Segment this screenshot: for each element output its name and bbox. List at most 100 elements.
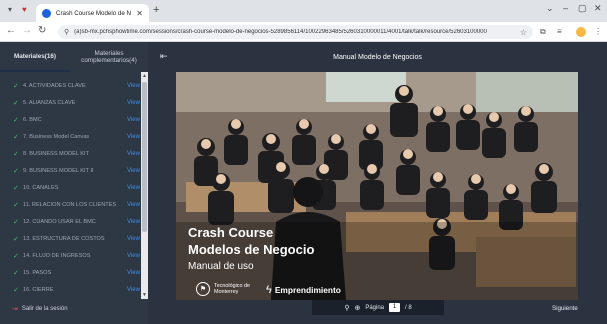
menu-icon[interactable]: ⋮ [594, 27, 602, 36]
sidebar-item[interactable]: ✓ 11. RELACIÓN CON LOS CLIENTES View [0, 197, 141, 213]
sidebar-item[interactable]: ✓ 16. CIERRE View [0, 282, 141, 298]
sidebar-item-label: 9. BUSINESS MODEL KIT II [23, 168, 94, 174]
cover-title-line2: Modelos de Negocio [188, 242, 315, 257]
view-link[interactable]: View [127, 287, 141, 293]
tab-materiales[interactable]: Materiales(16) [0, 42, 70, 72]
view-link[interactable]: View [127, 253, 141, 259]
forward-icon[interactable]: → [22, 25, 32, 36]
extensions-icon[interactable]: ⧉ [540, 27, 546, 37]
view-link[interactable]: View [127, 151, 141, 157]
view-link[interactable]: View [127, 100, 141, 106]
logout-icon: ⇥ [12, 306, 18, 313]
tec-logo: ⚑ Tecnológico de Monterrey [196, 282, 256, 296]
browser-toolbar: ← → ↻ ⚲ (a)sb-mx.pchsphowtime.com/sessio… [0, 22, 607, 42]
sidebar-item-label: 6. BMC [23, 117, 42, 123]
next-button[interactable]: Siguiente [552, 305, 578, 312]
tab-close-icon[interactable]: ✕ [136, 9, 143, 18]
completed-check-icon: ✓ [13, 253, 19, 260]
page-number-input[interactable]: 1 [389, 303, 401, 312]
sidebar-item[interactable]: ✓ 5. ALIANZAS CLAVE View [0, 95, 141, 111]
lightning-icon: ϟ [266, 284, 272, 296]
completed-check-icon: ✓ [13, 236, 19, 243]
tab-title: Crash Course Modelo de Negoc [56, 9, 131, 17]
maximize-button[interactable]: ▢ [578, 3, 587, 14]
emprendimiento-logo-text: Emprendimiento [274, 285, 341, 295]
view-link[interactable]: View [127, 219, 141, 225]
new-tab-button[interactable]: + [153, 4, 159, 16]
completed-check-icon: ✓ [13, 219, 19, 226]
tab-search-icon[interactable]: ▾ [8, 5, 12, 14]
scroll-up-icon[interactable]: ▲ [141, 73, 148, 79]
app-container: Materiales(16) Materiales complementario… [0, 42, 607, 324]
address-bar[interactable]: ⚲ (a)sb-mx.pchsphowtime.com/sessions/cra… [58, 25, 533, 39]
sidebar-item-label: 11. RELACIÓN CON LOS CLIENTES [23, 202, 117, 208]
bookmark-star-icon[interactable]: ☆ [520, 28, 527, 37]
view-link[interactable]: View [127, 185, 141, 191]
sidebar-item[interactable]: ✓ 6. BMC View [0, 112, 141, 128]
logout-button[interactable]: ⇥ Salir de la sesión [12, 305, 68, 313]
emprendimiento-logo: ϟ Emprendimiento [266, 284, 341, 296]
sidebar-item-label: 13. ESTRUCTURA DE COSTOS [23, 236, 105, 242]
close-window-button[interactable]: ✕ [594, 3, 602, 14]
tab-list-icon[interactable]: ⌄ [546, 3, 554, 14]
view-link[interactable]: View [127, 83, 141, 89]
view-link[interactable]: View [127, 202, 141, 208]
zoom-in-icon[interactable]: ⊕ [354, 304, 360, 312]
view-link[interactable]: View [127, 117, 141, 123]
scroll-thumb[interactable] [142, 82, 147, 232]
tec-seal-icon: ⚑ [196, 282, 210, 296]
tab-materiales-complementarios[interactable]: Materiales complementarios(4) [70, 42, 148, 72]
completed-check-icon: ✓ [13, 287, 19, 294]
sidebar-item[interactable]: ✓ 10. CANALES View [0, 180, 141, 196]
document-page: Crash Course Modelos de Negocio Manual d… [176, 72, 578, 300]
view-link[interactable]: View [127, 168, 141, 174]
sidebar-item[interactable]: ✓ 15. PASOS View [0, 265, 141, 281]
completed-check-icon: ✓ [13, 100, 19, 107]
sidebar-item[interactable]: ✓ 14. FLUJO DE INGRESOS View [0, 248, 141, 264]
completed-check-icon: ✓ [13, 117, 19, 124]
sidebar-item-label: 7. Business Model Canvas [23, 134, 90, 140]
profile-icon[interactable] [576, 27, 586, 37]
site-info-icon[interactable]: ⚲ [64, 28, 69, 36]
sidebar-item[interactable]: ✓ 7. Business Model Canvas View [0, 129, 141, 145]
url-text[interactable]: (a)sb-mx.pchsphowtime.com/sessions/crash… [74, 29, 515, 35]
browser-tab-strip: ▾ ♥ Crash Course Modelo de Negoc ✕ + ⌄ –… [0, 0, 607, 22]
sidebar-item[interactable]: ✓ 9. BUSINESS MODEL KIT II View [0, 163, 141, 179]
site-favicon-icon [42, 8, 51, 18]
zoom-out-icon[interactable]: ⚲ [344, 304, 349, 312]
view-link[interactable]: View [127, 270, 141, 276]
sidebar-item[interactable]: ✓ 4. ACTIVIDADES CLAVE View [0, 78, 141, 94]
minimize-button[interactable]: – [563, 3, 568, 13]
sidebar-scrollbar[interactable]: ▲ ▼ [141, 72, 148, 299]
sidebar-item-label: 5. ALIANZAS CLAVE [23, 100, 76, 106]
reload-icon[interactable]: ↻ [38, 25, 46, 36]
sidebar-item-label: 15. PASOS [23, 270, 52, 276]
back-icon[interactable]: ← [6, 25, 16, 36]
view-link[interactable]: View [127, 236, 141, 242]
browser-tab[interactable]: Crash Course Modelo de Negoc ✕ [36, 4, 149, 22]
sidebar-item[interactable]: ✓ 13. ESTRUCTURA DE COSTOS View [0, 231, 141, 247]
document-title: Manual Modelo de Negocios [333, 53, 422, 61]
sidebar-item-label: 12. CUANDO USAR EL BMC [23, 219, 96, 225]
scroll-down-icon[interactable]: ▼ [141, 292, 148, 298]
sidebar-item[interactable]: ✓ 8. BUSINESS MODEL KIT View [0, 146, 141, 162]
document-viewer: Crash Course Modelos de Negocio Manual d… [148, 72, 607, 324]
completed-check-icon: ✓ [13, 168, 19, 175]
cover-title-line1: Crash Course [188, 225, 274, 240]
sidebar-item-label: 14. FLUJO DE INGRESOS [23, 253, 91, 259]
completed-check-icon: ✓ [13, 270, 19, 277]
pinned-tab-icon[interactable]: ♥ [22, 5, 27, 14]
sidebar-item-label: 8. BUSINESS MODEL KIT [23, 151, 90, 157]
collapse-sidebar-icon[interactable]: ⇤ [160, 51, 168, 62]
reading-list-icon[interactable]: ≡ [557, 27, 562, 36]
logout-label: Salir de la sesión [21, 306, 68, 312]
view-link[interactable]: View [127, 134, 141, 140]
page-label: Página [365, 304, 385, 311]
page-navigator: ⚲ ⊕ Página 1 / 8 [312, 300, 444, 315]
page-total: / 8 [405, 304, 412, 311]
sidebar-item[interactable]: ✓ 12. CUANDO USAR EL BMC View [0, 214, 141, 230]
completed-check-icon: ✓ [13, 202, 19, 209]
completed-check-icon: ✓ [13, 83, 19, 90]
sidebar-item-label: 10. CANALES [23, 185, 59, 191]
sidebar-item-label: 4. ACTIVIDADES CLAVE [23, 83, 86, 89]
